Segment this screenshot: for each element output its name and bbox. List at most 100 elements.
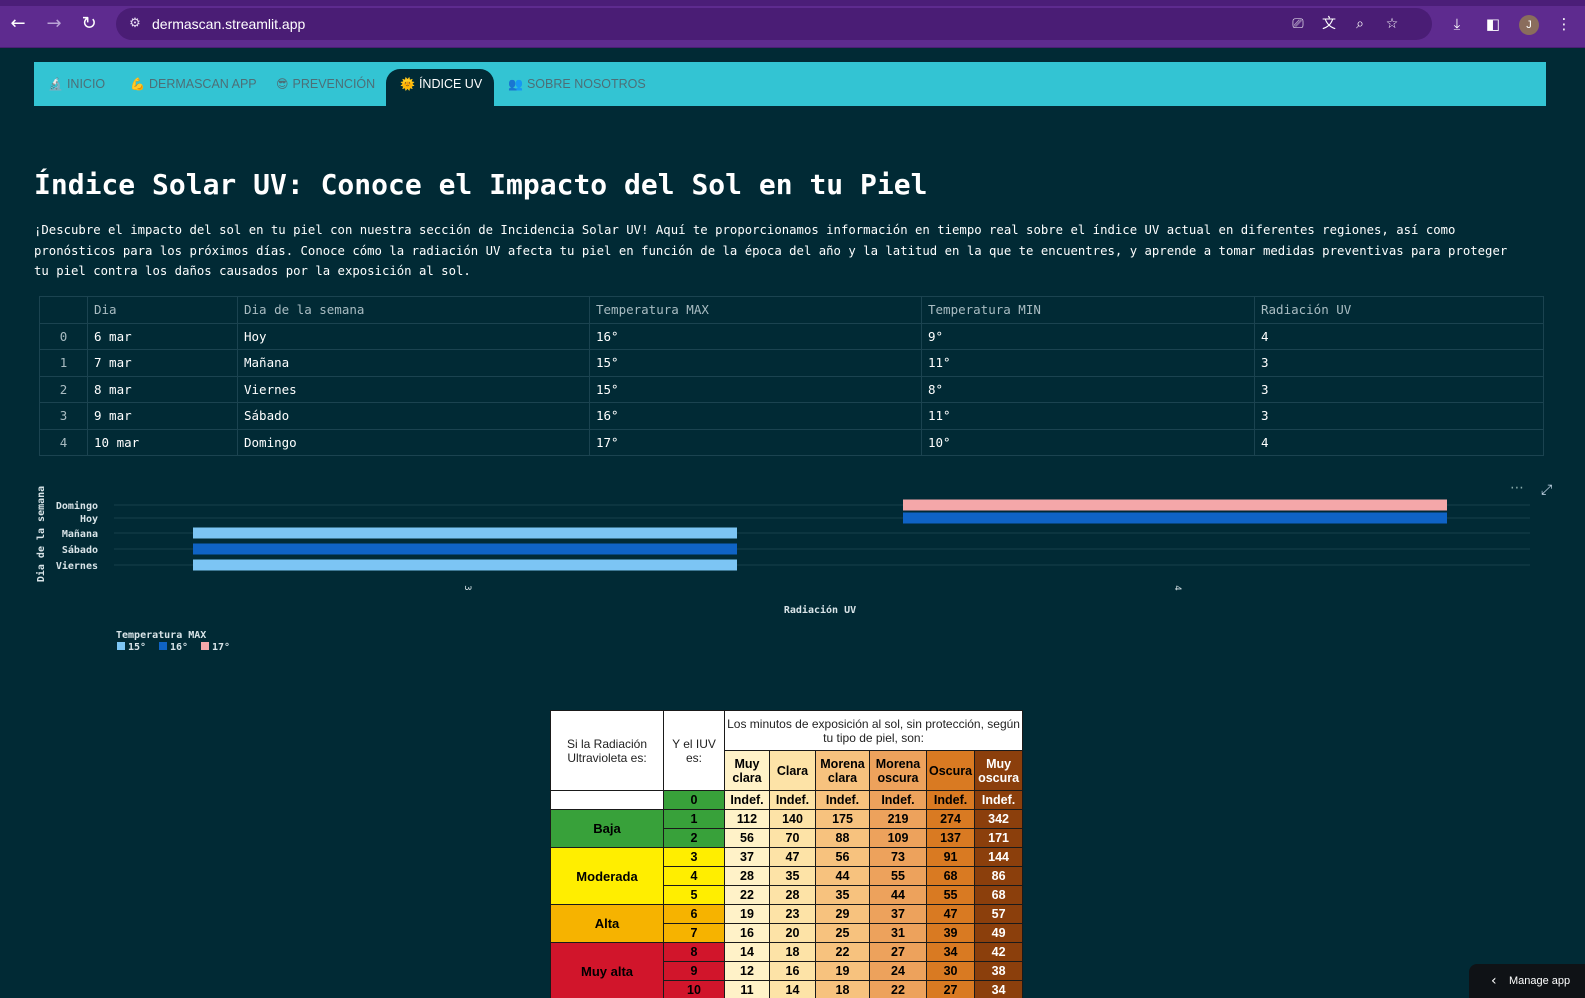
- column-header-dia-semana[interactable]: Dia de la semana: [237, 296, 590, 324]
- url-text[interactable]: dermascan.streamlit.app: [152, 16, 305, 32]
- row-index-cell[interactable]: 0: [39, 322, 88, 350]
- manage-app-button[interactable]: ‹ Manage app: [1469, 964, 1585, 998]
- table-cell[interactable]: 3: [1254, 375, 1544, 403]
- x-tick-label: 3: [462, 585, 472, 590]
- chart-bar: [193, 559, 737, 571]
- iuv-cell: 9: [663, 961, 725, 981]
- iuv-cell: 4: [663, 866, 725, 886]
- minutes-cell: 55: [925, 885, 976, 905]
- skin-type-header: Clara: [769, 750, 816, 791]
- side-panel-icon[interactable]: ◧: [1482, 13, 1504, 35]
- table-cell[interactable]: 16°: [589, 322, 922, 350]
- iuv-cell: 0: [663, 790, 725, 810]
- back-icon[interactable]: ←: [6, 12, 30, 36]
- bookmark-star-icon[interactable]: ☆: [1382, 14, 1402, 34]
- table-cell[interactable]: Sábado: [237, 402, 590, 430]
- table-cell[interactable]: 6 mar: [87, 322, 238, 350]
- minutes-cell: 274: [925, 809, 976, 829]
- column-header-temp-max[interactable]: Temperatura MAX: [589, 296, 922, 324]
- uv-level-header: Si la Radiación Ultravioleta es:: [550, 710, 664, 791]
- reload-icon[interactable]: ↻: [77, 12, 101, 36]
- minutes-cell: Indef.: [925, 790, 976, 810]
- forward-icon[interactable]: →: [42, 12, 66, 36]
- profile-avatar[interactable]: J: [1519, 15, 1539, 35]
- table-cell[interactable]: Viernes: [237, 375, 590, 403]
- download-icon[interactable]: ⤓: [1446, 13, 1468, 35]
- table-cell[interactable]: 3: [1254, 349, 1544, 377]
- table-cell[interactable]: 8°: [921, 375, 1255, 403]
- chart-bar: [193, 527, 737, 539]
- y-tick-label: Hoy: [80, 514, 98, 525]
- row-index-cell[interactable]: 2: [39, 375, 88, 403]
- table-cell[interactable]: 9°: [921, 322, 1255, 350]
- table-cell[interactable]: 17°: [589, 428, 922, 456]
- column-header-dia[interactable]: Dia: [87, 296, 238, 324]
- table-cell[interactable]: 15°: [589, 349, 922, 377]
- legend-label: 17°: [212, 642, 230, 653]
- install-app-icon[interactable]: ⎚: [1288, 14, 1308, 34]
- row-index-cell[interactable]: 3: [39, 402, 88, 430]
- minutes-cell: 34: [974, 980, 1024, 998]
- table-cell[interactable]: 4: [1254, 322, 1544, 350]
- uv-level-cell: [550, 790, 664, 810]
- minutes-cell: 14: [724, 942, 770, 962]
- site-settings-icon[interactable]: ⚙: [126, 15, 144, 33]
- uv-bar-chart[interactable]: Domingo Hoy Mañana Sábado Viernes 3 4 Radiación…: [30, 472, 1575, 662]
- table-row: 4 10 mar Domingo 17° 10° 4: [39, 428, 1544, 456]
- minutes-cell: 49: [974, 923, 1024, 943]
- address-bar[interactable]: ⚙ dermascan.streamlit.app ⎚ 文 ⌕ ☆: [116, 8, 1432, 40]
- ellipsis-icon[interactable]: ⋯: [1510, 480, 1524, 496]
- minutes-cell: Indef.: [769, 790, 816, 810]
- row-index-cell[interactable]: 4: [39, 428, 88, 456]
- table-cell[interactable]: 7 mar: [87, 349, 238, 377]
- uv-row: Alta 6 19 23 29 37 47 57: [550, 904, 1024, 943]
- minutes-cell: Indef.: [974, 790, 1024, 810]
- nav-indice-uv[interactable]: 🌞 ÍNDICE UV: [386, 69, 494, 106]
- table-cell[interactable]: 10°: [921, 428, 1255, 456]
- row-index-cell[interactable]: 1: [39, 349, 88, 377]
- table-cell[interactable]: Mañana: [237, 349, 590, 377]
- y-tick-label: Domingo: [56, 500, 98, 512]
- column-header-radiacion-uv[interactable]: Radiación UV: [1254, 296, 1544, 324]
- nav-inicio[interactable]: 🔬 INICIO: [34, 69, 114, 106]
- minutes-cell: 171: [974, 828, 1024, 848]
- minutes-cell: 22: [869, 980, 927, 998]
- minutes-cell: 19: [724, 904, 770, 924]
- zoom-icon[interactable]: ⌕: [1350, 14, 1370, 34]
- table-cell[interactable]: 10 mar: [87, 428, 238, 456]
- table-cell[interactable]: 3: [1254, 402, 1544, 430]
- column-header-temp-min[interactable]: Temperatura MIN: [921, 296, 1255, 324]
- table-cell[interactable]: 11°: [921, 402, 1255, 430]
- people-icon: 👥: [508, 77, 523, 91]
- table-cell[interactable]: 16°: [589, 402, 922, 430]
- skin-type-header: Muy oscura: [974, 750, 1024, 791]
- expand-icon[interactable]: ⤢: [1541, 482, 1552, 498]
- skin-type-header: Oscura: [925, 750, 976, 791]
- nav-sobre-nosotros[interactable]: 👥 SOBRE NOSOTROS: [494, 69, 654, 106]
- nav-dermascan-app[interactable]: 💪 DERMASCAN APP: [116, 69, 257, 106]
- menu-kebab-icon[interactable]: ⋮: [1553, 13, 1575, 35]
- minutes-cell: 140: [769, 809, 816, 829]
- table-cell[interactable]: 4: [1254, 428, 1544, 456]
- iuv-cell: 8: [663, 942, 725, 962]
- forecast-table[interactable]: Dia Dia de la semana Temperatura MAX Tem…: [39, 296, 1544, 456]
- column-header-index[interactable]: [39, 296, 88, 324]
- minutes-cell: 35: [769, 866, 816, 886]
- table-cell[interactable]: Domingo: [237, 428, 590, 456]
- table-cell[interactable]: 11°: [921, 349, 1255, 377]
- table-cell[interactable]: 8 mar: [87, 375, 238, 403]
- flexed-arm-icon: 💪: [130, 77, 145, 91]
- minutes-cell: 16: [769, 961, 816, 981]
- minutes-cell: 70: [769, 828, 816, 848]
- table-row: 17 mar Mañana 15° 11° 3: [39, 349, 1544, 377]
- table-cell[interactable]: 15°: [589, 375, 922, 403]
- translate-icon[interactable]: 文: [1319, 14, 1339, 34]
- minutes-cell: 18: [769, 942, 816, 962]
- skin-type-header: Morena clara: [815, 750, 870, 791]
- chart-bar: [903, 512, 1447, 524]
- uv-level-cell: Muy alta: [550, 942, 664, 998]
- minutes-cell: 38: [974, 961, 1024, 981]
- table-cell[interactable]: 9 mar: [87, 402, 238, 430]
- nav-prevencion[interactable]: 😎 PREVENCIÓN: [262, 69, 382, 106]
- table-cell[interactable]: Hoy: [237, 322, 590, 350]
